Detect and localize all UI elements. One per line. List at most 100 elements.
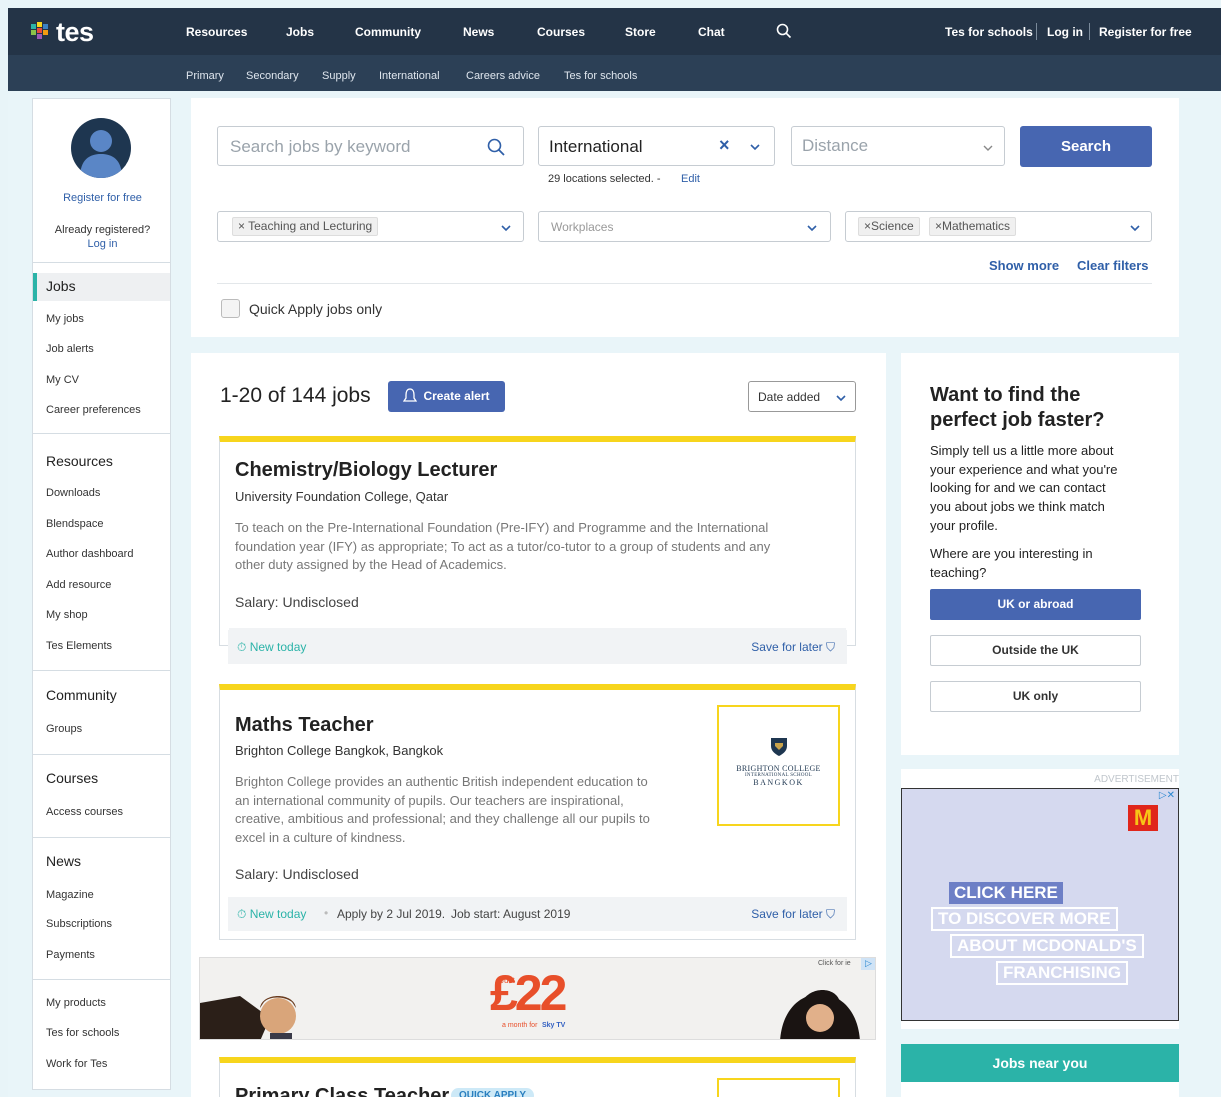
sidebar-head-jobs[interactable]: Jobs bbox=[46, 278, 76, 294]
chip-label: Mathematics bbox=[942, 219, 1011, 233]
job-card[interactable]: Primary Class Teacher QUICK APPLY bbox=[219, 1057, 856, 1097]
save-for-later-button[interactable]: Save for later ⛉ bbox=[751, 907, 835, 922]
keyword-search-input[interactable]: Search jobs by keyword bbox=[217, 126, 524, 166]
clear-location-icon[interactable]: × bbox=[719, 135, 730, 156]
job-title[interactable]: Chemistry/Biology Lecturer bbox=[235, 459, 497, 482]
job-card[interactable]: Chemistry/Biology Lecturer University Fo… bbox=[219, 436, 856, 646]
chip-label: Science bbox=[871, 219, 914, 233]
sidebar-item-subscriptions[interactable]: Subscriptions bbox=[46, 918, 112, 930]
sidebar-item-blendspace[interactable]: Blendspace bbox=[46, 518, 104, 530]
nav-register[interactable]: Register for free bbox=[1099, 25, 1192, 39]
create-alert-label: Create alert bbox=[423, 389, 490, 403]
create-alert-button[interactable]: Create alert bbox=[388, 381, 505, 412]
promo-body-line: you about jobs we think match bbox=[930, 499, 1105, 515]
sidebar-item-job-alerts[interactable]: Job alerts bbox=[46, 343, 94, 355]
job-description: Brighton College provides an authentic B… bbox=[235, 773, 650, 847]
sidebar-item-author-dashboard[interactable]: Author dashboard bbox=[46, 548, 133, 560]
job-type-filter[interactable]: × Teaching and Lecturing bbox=[217, 211, 524, 242]
sidebar-head-community[interactable]: Community bbox=[46, 687, 117, 703]
jobs-near-you-header[interactable]: Jobs near you bbox=[901, 1044, 1179, 1082]
uk-or-abroad-button[interactable]: UK or abroad bbox=[930, 589, 1141, 620]
sidebar-item-my-shop[interactable]: My shop bbox=[46, 609, 88, 621]
bookmark-icon: ⛉ bbox=[825, 640, 835, 654]
sidebar-item-career-preferences[interactable]: Career preferences bbox=[46, 404, 141, 416]
sidebar-item-magazine[interactable]: Magazine bbox=[46, 889, 94, 901]
promo-body-line: your experience and what you're bbox=[930, 461, 1118, 477]
subject-filter[interactable]: ×Science ×Mathematics bbox=[845, 211, 1152, 242]
subnav-primary[interactable]: Primary bbox=[186, 70, 224, 82]
sidebar-item-groups[interactable]: Groups bbox=[46, 723, 82, 735]
save-for-later-button[interactable]: Save for later ⛉ bbox=[751, 640, 835, 655]
sidebar-item-my-products[interactable]: My products bbox=[46, 997, 106, 1009]
subnav-supply[interactable]: Supply bbox=[322, 70, 356, 82]
logo[interactable]: tes bbox=[30, 17, 94, 48]
job-title[interactable]: Primary Class Teacher bbox=[235, 1085, 449, 1097]
chip-remove-icon[interactable]: × bbox=[935, 219, 942, 233]
adchoices-icon[interactable]: ▷ bbox=[861, 958, 875, 970]
crest-icon bbox=[770, 738, 787, 756]
keyword-placeholder: Search jobs by keyword bbox=[230, 137, 411, 156]
chip-remove-icon[interactable]: × bbox=[238, 219, 248, 233]
logo-line: BRIGHTON COLLEGE bbox=[736, 764, 821, 773]
clear-filters-link[interactable]: Clear filters bbox=[1077, 258, 1149, 273]
sidebar-login-link[interactable]: Log in bbox=[33, 238, 172, 250]
nav-login[interactable]: Log in bbox=[1047, 25, 1083, 39]
search-button[interactable]: Search bbox=[1020, 126, 1152, 167]
sidebar-head-news[interactable]: News bbox=[46, 853, 81, 869]
location-select[interactable]: International × bbox=[538, 126, 775, 166]
sidebar-item-tes-for-schools[interactable]: Tes for schools bbox=[46, 1027, 119, 1039]
sidebar-register-link[interactable]: Register for free bbox=[33, 192, 172, 204]
chip-remove-icon[interactable]: × bbox=[864, 219, 871, 233]
search-icon[interactable] bbox=[776, 23, 792, 39]
subnav-secondary[interactable]: Secondary bbox=[246, 70, 299, 82]
banner-ad[interactable]: Just £22 a month for Sky TV Click for ie… bbox=[199, 957, 876, 1040]
filter-chip-science[interactable]: ×Science bbox=[858, 217, 920, 236]
sidebar-item-payments[interactable]: Payments bbox=[46, 949, 95, 961]
sort-select[interactable]: Date added bbox=[748, 381, 856, 412]
nav-courses[interactable]: Courses bbox=[537, 25, 585, 39]
edit-locations-link[interactable]: Edit bbox=[681, 173, 700, 185]
save-label: Save for later bbox=[751, 640, 823, 654]
subnav-international[interactable]: International bbox=[379, 70, 440, 82]
sidebar-item-tes-elements[interactable]: Tes Elements bbox=[46, 640, 112, 652]
promo-question: Where are you interesting in teaching? bbox=[930, 545, 1093, 582]
sidebar-item-work-for-tes[interactable]: Work for Tes bbox=[46, 1058, 107, 1070]
sidebar-head-resources[interactable]: Resources bbox=[46, 453, 113, 469]
nav-store[interactable]: Store bbox=[625, 25, 656, 39]
ad-person-image bbox=[200, 996, 296, 1039]
sidebar-head-courses[interactable]: Courses bbox=[46, 770, 98, 786]
workplaces-filter[interactable]: Workplaces bbox=[538, 211, 831, 242]
chevron-down-icon[interactable] bbox=[749, 142, 761, 152]
outside-uk-button[interactable]: Outside the UK bbox=[930, 635, 1141, 666]
nav-chat[interactable]: Chat bbox=[698, 25, 725, 39]
sidebar-item-downloads[interactable]: Downloads bbox=[46, 487, 100, 499]
distance-select[interactable]: Distance bbox=[791, 126, 1005, 166]
ad-line: ABOUT MCDONALD'S bbox=[950, 934, 1144, 958]
nav-jobs[interactable]: Jobs bbox=[286, 25, 314, 39]
sidebar-item-add-resource[interactable]: Add resource bbox=[46, 579, 111, 591]
jobs-near-you-panel bbox=[901, 1082, 1179, 1097]
nav-resources[interactable]: Resources bbox=[186, 25, 247, 39]
sidebar-item-access-courses[interactable]: Access courses bbox=[46, 806, 123, 818]
sidebar-item-my-cv[interactable]: My CV bbox=[46, 374, 79, 386]
quick-apply-checkbox[interactable] bbox=[221, 299, 240, 318]
nav-news[interactable]: News bbox=[463, 25, 494, 39]
divider bbox=[33, 979, 170, 980]
nav-community[interactable]: Community bbox=[355, 25, 421, 39]
subnav-careers-advice[interactable]: Careers advice bbox=[466, 70, 540, 82]
uk-only-button[interactable]: UK only bbox=[930, 681, 1141, 712]
filter-chip[interactable]: × Teaching and Lecturing bbox=[232, 217, 379, 236]
subnav-tes-for-schools[interactable]: Tes for schools bbox=[564, 70, 637, 82]
posted-label: New today bbox=[249, 640, 307, 654]
ad-line: CLICK HERE bbox=[949, 882, 1063, 904]
promo-panel: Want to find the perfect job faster? Sim… bbox=[901, 353, 1179, 755]
nav-tes-for-schools[interactable]: Tes for schools bbox=[945, 25, 1033, 39]
job-title[interactable]: Maths Teacher bbox=[235, 714, 374, 737]
sidebar-item-my-jobs[interactable]: My jobs bbox=[46, 313, 84, 325]
filter-chip-mathematics[interactable]: ×Mathematics bbox=[929, 217, 1017, 236]
show-more-link[interactable]: Show more bbox=[989, 258, 1059, 273]
adchoices-icon[interactable]: ▷✕ bbox=[1159, 790, 1175, 801]
mcdonalds-ad[interactable]: ▷✕ M CLICK HERE TO DISCOVER MORE ABOUT M… bbox=[901, 788, 1179, 1021]
sub-nav: Primary Secondary Supply International C… bbox=[8, 55, 1221, 91]
search-icon[interactable] bbox=[486, 137, 506, 157]
